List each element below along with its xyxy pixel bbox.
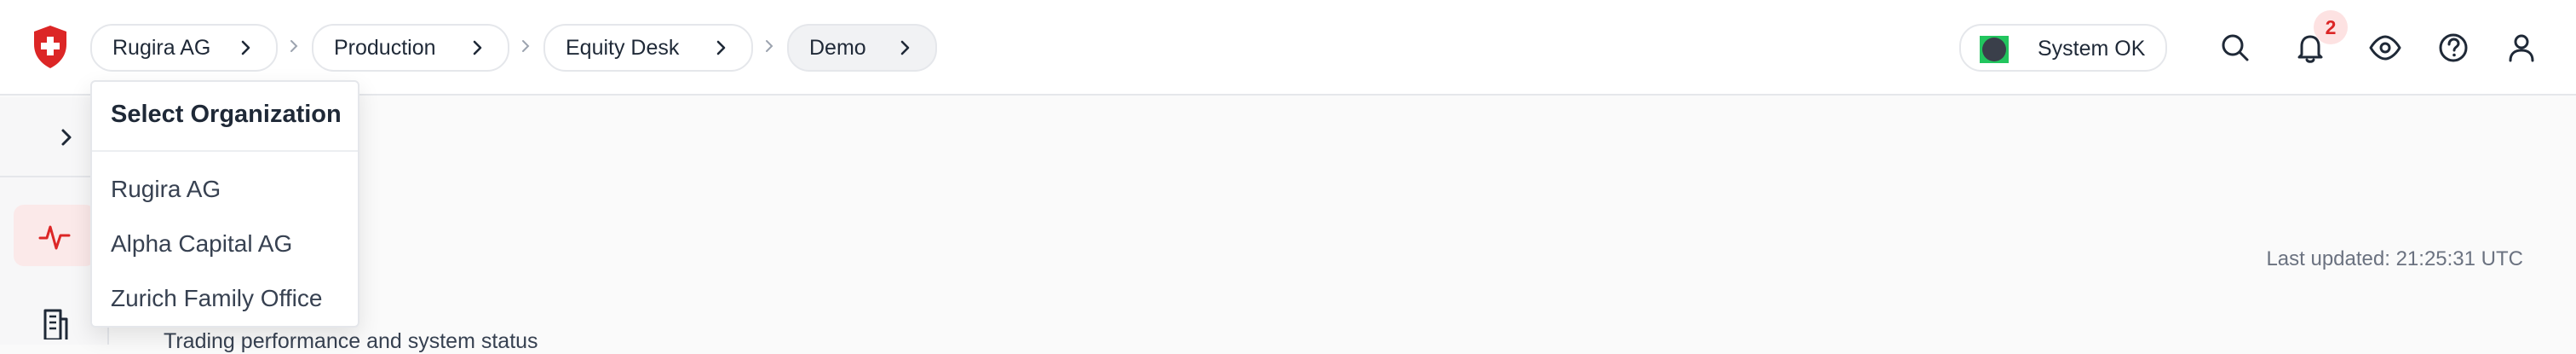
breadcrumb-separator-icon [522, 40, 530, 52]
breadcrumb-organization[interactable]: Rugira AG [90, 24, 278, 72]
org-option-rugira[interactable]: Rugira AG [92, 164, 358, 215]
sidebar-item-organizations[interactable] [14, 290, 95, 351]
help-icon[interactable] [2436, 31, 2470, 65]
chevron-right-icon [900, 40, 910, 55]
main-content: Last updated: 21:25:31 UTC Trading perfo… [111, 97, 2576, 353]
chevron-right-icon [716, 40, 726, 55]
notification-count-badge: 2 [2314, 10, 2348, 44]
status-indicator [1980, 36, 2009, 63]
system-status-pill[interactable]: System OK [1959, 24, 2167, 72]
last-updated-text: Last updated: 21:25:31 UTC [2266, 247, 2523, 270]
organization-dropdown: Select Organization Rugira AG Alpha Capi… [90, 80, 359, 328]
dropdown-divider [92, 150, 358, 152]
breadcrumb-label: Rugira AG [112, 35, 211, 60]
breadcrumb-separator-icon [290, 40, 298, 52]
user-icon[interactable] [2504, 31, 2539, 65]
activity-icon [38, 225, 71, 250]
breadcrumb-label: Production [334, 35, 436, 60]
breadcrumb-environment[interactable]: Production [312, 24, 509, 72]
dropdown-title: Select Organization [111, 101, 342, 128]
chevron-right-icon [241, 40, 250, 55]
chevron-right-icon[interactable] [56, 126, 77, 148]
breadcrumb-label: Equity Desk [566, 35, 680, 60]
shield-logo-icon[interactable] [31, 24, 70, 70]
org-option-zurich-family-office[interactable]: Zurich Family Office [92, 273, 358, 324]
top-bar: Rugira AG Production Equity Desk Demo Sy… [0, 0, 2576, 96]
search-icon[interactable] [2218, 31, 2252, 65]
page-subtitle: Trading performance and system status [164, 329, 538, 353]
org-option-alpha-capital[interactable]: Alpha Capital AG [92, 218, 358, 270]
breadcrumb-separator-icon [766, 40, 773, 52]
sidebar-item-dashboard[interactable] [14, 205, 95, 266]
chevron-right-icon [473, 40, 482, 55]
breadcrumb-label: Demo [809, 35, 866, 60]
breadcrumb-account[interactable]: Demo [787, 24, 937, 72]
status-label: System OK [2038, 37, 2146, 61]
eye-icon[interactable] [2368, 31, 2402, 65]
building-icon [43, 309, 68, 339]
status-dot [1982, 38, 2006, 61]
breadcrumb-desk[interactable]: Equity Desk [543, 24, 753, 72]
